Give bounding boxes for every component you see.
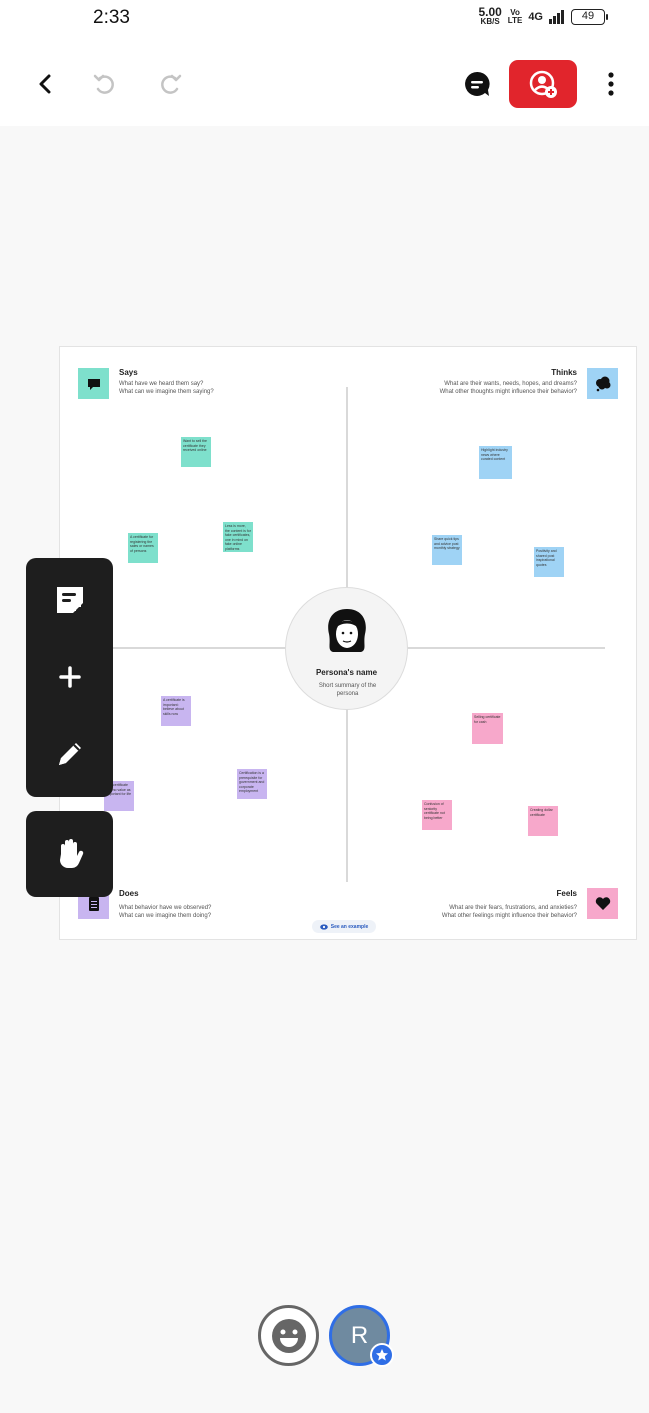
net-speed: 5.00 KB/S [478, 5, 502, 26]
does-question-1: What behavior have we observed? [119, 905, 212, 911]
sticky-note[interactable]: Want to sell the certificate they receiv… [181, 437, 211, 467]
clipboard-icon [88, 895, 99, 911]
star-icon [376, 1349, 388, 1361]
pen-tool[interactable] [26, 724, 113, 784]
says-question-2: What can we imagine them saying? [119, 389, 214, 395]
see-example-label: See an example [330, 923, 369, 930]
feels-question-2: What other feelings might influence thei… [441, 913, 577, 919]
undo-icon [93, 74, 114, 94]
signal-icon [549, 10, 564, 24]
sticky-note-icon [56, 587, 83, 613]
does-title: Does [119, 889, 139, 898]
says-question-1: What have we heard them say? [119, 381, 204, 387]
persona-face-icon [328, 609, 366, 652]
network-type: 4G [528, 11, 543, 23]
sticky-note[interactable]: A certificate is important: believe abou… [161, 696, 191, 726]
feels-question-1: What are their fears, frustrations, and … [449, 905, 577, 911]
thinks-title: Thinks [551, 368, 577, 377]
undo-button[interactable] [87, 67, 121, 101]
pencil-icon [58, 743, 81, 765]
battery-indicator: 49 [571, 9, 608, 25]
persona-circle[interactable]: Persona's name Short summary of the pers… [285, 587, 408, 710]
tool-panel [26, 558, 113, 797]
does-question-2: What can we imagine them doing? [119, 913, 212, 919]
says-icon-tile [78, 368, 109, 399]
persona-name: Persona's name [315, 668, 378, 677]
net-speed-value: 5.00 [478, 5, 502, 19]
chevron-left-icon [39, 74, 51, 94]
comments-button[interactable] [460, 67, 494, 101]
volte-bottom: LTE [507, 16, 523, 25]
thinks-question-1: What are their wants, needs, hopes, and … [444, 381, 577, 387]
comment-icon [465, 71, 490, 96]
top-toolbar [0, 40, 649, 126]
more-button[interactable] [596, 67, 626, 101]
reaction-button[interactable] [258, 1305, 319, 1366]
see-example-link[interactable]: See an example [312, 920, 376, 933]
smiley-icon [271, 1318, 306, 1353]
sticky-note[interactable]: Creating dollar certificate [528, 806, 558, 836]
thinks-question-2: What other thoughts might influence thei… [439, 389, 577, 395]
status-icons: 5.00 KB/S Vo LTE 4G 49 [478, 5, 608, 26]
share-button[interactable] [509, 60, 577, 108]
eye-icon [319, 923, 328, 930]
thinks-icon-tile [587, 368, 618, 399]
sticky-note[interactable]: Certification is a prerequisite for gove… [237, 769, 267, 799]
sticky-note[interactable]: Confusion of seniority certificate not b… [422, 800, 452, 830]
add-tool[interactable] [26, 647, 113, 707]
empathy-map-board[interactable]: Says What have we heard them say? What c… [59, 346, 637, 940]
status-time: 2:33 [93, 7, 130, 28]
heart-icon [595, 897, 610, 910]
plus-icon [58, 666, 81, 688]
hand-icon [59, 839, 83, 868]
sticky-note[interactable]: Positivity and shared post inspirational… [534, 547, 564, 577]
net-speed-unit: KB/S [480, 17, 500, 26]
status-bar: 2:33 5.00 KB/S Vo LTE 4G 49 [0, 0, 649, 40]
says-title: Says [119, 368, 138, 377]
feels-icon-tile [587, 888, 618, 919]
persona-summary: Short summary of the persona [318, 683, 377, 697]
sticky-note[interactable]: Highlight industry news where curated co… [479, 446, 512, 479]
redo-button[interactable] [154, 67, 188, 101]
volte-indicator: Vo LTE [508, 9, 523, 25]
more-vertical-icon [608, 72, 614, 96]
back-button[interactable] [28, 67, 62, 101]
sticky-note[interactable]: A certificate for registering the sales … [128, 533, 158, 563]
redo-icon [161, 74, 182, 94]
sticky-note[interactable]: Less is more, the content is for fake ce… [223, 522, 253, 552]
hand-tool[interactable] [26, 811, 113, 897]
speech-bubble-icon [87, 378, 100, 390]
sticky-note[interactable]: Selling certificate for cash [472, 713, 503, 744]
add-user-icon [529, 70, 557, 98]
sticky-note[interactable]: Share quick tips and advice post monthly… [432, 535, 462, 565]
feels-title: Feels [556, 889, 577, 898]
sticky-note-tool[interactable] [26, 570, 113, 630]
thought-cloud-icon [595, 376, 610, 391]
avatar-badge [370, 1343, 394, 1367]
